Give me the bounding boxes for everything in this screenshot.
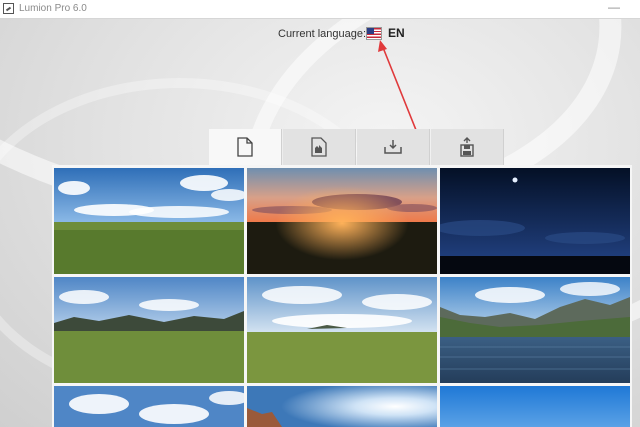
scene-thumb[interactable] bbox=[54, 168, 244, 274]
current-language-label: Current language: bbox=[278, 28, 367, 40]
scene-thumb[interactable] bbox=[440, 168, 630, 274]
minimize-button[interactable]: — bbox=[608, 0, 620, 14]
title-bar: Lumion Pro 6.0 — bbox=[0, 0, 640, 19]
grass-plain-clouds-thumbnail bbox=[247, 277, 437, 383]
language-code[interactable]: EN bbox=[388, 26, 405, 40]
blue-sky-partial-thumbnail bbox=[440, 386, 630, 427]
us-flag-icon[interactable] bbox=[366, 27, 382, 40]
scene-tabs bbox=[209, 129, 504, 165]
cloud-sky-partial-thumbnail bbox=[54, 386, 244, 427]
sun-glare-partial-thumbnail bbox=[247, 386, 437, 427]
scene-grid bbox=[52, 165, 632, 427]
tab-new-scene[interactable] bbox=[209, 129, 282, 165]
tab-load-scene[interactable] bbox=[357, 129, 430, 165]
sunset-thumbnail bbox=[247, 168, 437, 274]
save-scene-icon bbox=[460, 137, 474, 157]
scene-thumb[interactable] bbox=[247, 168, 437, 274]
night-sky-thumbnail bbox=[440, 168, 630, 274]
tab-save-scene[interactable] bbox=[431, 129, 504, 165]
load-scene-icon bbox=[384, 140, 402, 154]
scene-thumb[interactable] bbox=[54, 386, 244, 427]
scene-thumb[interactable] bbox=[440, 277, 630, 383]
grass-mountains-thumbnail bbox=[54, 277, 244, 383]
scene-thumb[interactable] bbox=[247, 386, 437, 427]
new-scene-icon bbox=[237, 137, 253, 157]
scene-thumb[interactable] bbox=[54, 277, 244, 383]
app-icon bbox=[3, 3, 14, 14]
water-mountains-thumbnail bbox=[440, 277, 630, 383]
window-title: Lumion Pro 6.0 bbox=[19, 3, 87, 14]
scene-thumb[interactable] bbox=[247, 277, 437, 383]
grass-day-sky-thumbnail bbox=[54, 168, 244, 274]
flag-canton bbox=[367, 28, 374, 34]
scene-thumb[interactable] bbox=[440, 386, 630, 427]
tab-example-scenes[interactable] bbox=[283, 129, 356, 165]
example-scene-icon bbox=[311, 137, 327, 157]
